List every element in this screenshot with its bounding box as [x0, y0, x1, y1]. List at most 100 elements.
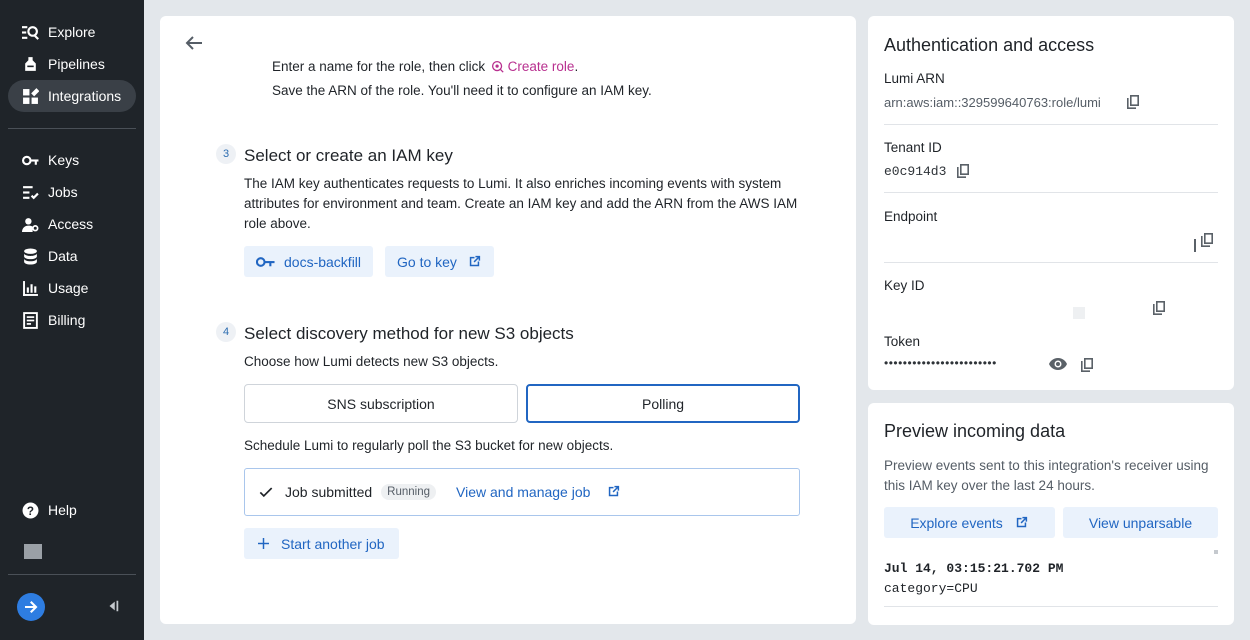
text-cursor	[1194, 239, 1196, 252]
show-token-button[interactable]	[1049, 357, 1067, 373]
view-unparsable-button[interactable]: View unparsable	[1063, 507, 1218, 538]
nav-keys[interactable]: Keys	[8, 144, 136, 176]
polling-option[interactable]: Polling	[526, 384, 800, 423]
step-3-description-3: role above.	[244, 216, 311, 231]
collapse-icon	[109, 600, 119, 612]
arrow-left-icon	[185, 36, 202, 50]
nav-integrations[interactable]: Integrations	[8, 80, 136, 112]
nav-usage[interactable]: Usage	[8, 272, 136, 304]
svg-text:?: ?	[26, 504, 33, 517]
start-another-job-label: Start another job	[281, 535, 385, 552]
preview-panel: Preview incoming data Preview events sen…	[868, 403, 1234, 625]
divider	[884, 262, 1218, 263]
external-link-icon	[469, 255, 481, 267]
create-role-label: Create role	[507, 59, 575, 74]
nav-access-label: Access	[48, 216, 94, 232]
event-timestamp: Jul 14, 03:15:21.702 PM	[884, 561, 1064, 576]
copy-icon	[1081, 358, 1093, 372]
nav-data[interactable]: Data	[8, 240, 136, 272]
nav-billing[interactable]: Billing	[8, 304, 136, 336]
create-role-link[interactable]: Create role	[489, 59, 575, 74]
preview-description-2: this IAM key over the last 24 hours.	[884, 478, 1095, 493]
view-manage-job-label: View and manage job	[456, 484, 591, 500]
divider	[884, 606, 1218, 607]
eye-icon	[1049, 358, 1067, 370]
copy-endpoint-button[interactable]	[1199, 232, 1215, 248]
step-3-number: 3	[216, 144, 236, 164]
job-status-box: Job submitted Running View and manage jo…	[244, 468, 800, 516]
preview-title: Preview incoming data	[884, 421, 1066, 441]
nav-explore[interactable]: Explore	[8, 16, 136, 48]
scrollbar-thumb[interactable]	[1214, 550, 1218, 554]
external-link-icon	[1016, 516, 1027, 528]
iam-key-label: docs-backfill	[284, 253, 362, 270]
auth-title: Authentication and access	[884, 35, 1095, 55]
go-to-key-label: Go to key	[397, 253, 457, 270]
access-icon	[21, 215, 39, 233]
nav-help-label: Help	[48, 502, 77, 518]
sidebar: Explore Pipelines Integrations Keys Jobs…	[0, 0, 144, 640]
key-icon	[256, 256, 275, 267]
main-panel: Enter a name for the role, then click Cr…	[160, 16, 856, 624]
tenant-id-label: Tenant ID	[884, 140, 942, 155]
lumi-arn-label: Lumi ARN	[884, 71, 945, 86]
tenant-id-value: e0c914d3	[884, 164, 947, 179]
back-button[interactable]	[182, 32, 206, 54]
divider	[884, 124, 1218, 125]
step-4-number: 4	[216, 322, 236, 342]
nav-integrations-label: Integrations	[48, 88, 122, 104]
integrations-icon	[21, 87, 39, 105]
preview-description-1: Preview events sent to this integration'…	[884, 458, 1209, 473]
nav-explore-label: Explore	[48, 24, 96, 40]
bar-chart-icon	[21, 279, 39, 297]
copy-icon	[1201, 233, 1213, 247]
plus-icon	[258, 538, 269, 549]
lumi-arn-value: arn:aws:iam::329599640763:role/lumi	[884, 95, 1101, 110]
create-role-instruction: Enter a name for the role, then click Cr…	[272, 59, 578, 74]
copy-icon	[957, 164, 969, 178]
copy-key-id-button[interactable]	[1151, 300, 1167, 316]
expand-button[interactable]	[17, 593, 45, 621]
start-another-job-button[interactable]: Start another job	[244, 528, 399, 559]
explore-events-button[interactable]: Explore events	[884, 507, 1055, 538]
nav-help[interactable]: ? Help	[8, 494, 136, 526]
nav-access[interactable]: Access	[8, 208, 136, 240]
key-id-placeholder	[1073, 307, 1085, 319]
nav-pipelines-label: Pipelines	[48, 56, 105, 72]
key-id-label: Key ID	[884, 278, 925, 293]
step-3-description-2: attributes for environment and team. Cre…	[244, 196, 798, 211]
go-to-key-button[interactable]: Go to key	[385, 246, 494, 277]
copy-icon	[1153, 301, 1165, 315]
explore-icon	[21, 23, 39, 41]
copy-token-button[interactable]	[1079, 357, 1095, 373]
copy-tenant-button[interactable]	[955, 163, 971, 179]
step-4-description: Choose how Lumi detects new S3 objects.	[244, 354, 499, 369]
status-badge: Running	[381, 484, 437, 500]
sns-subscription-option[interactable]: SNS subscription	[244, 384, 518, 423]
database-icon	[21, 247, 39, 265]
instruction-period: .	[574, 59, 579, 74]
divider	[884, 192, 1218, 193]
iam-key-button[interactable]: docs-backfill	[244, 246, 374, 277]
check-icon	[259, 487, 273, 498]
explore-events-label: Explore events	[910, 514, 1003, 531]
billing-icon	[21, 311, 39, 329]
external-link-icon	[609, 485, 620, 497]
authentication-panel: Authentication and access Lumi ARN arn:a…	[868, 16, 1234, 390]
sidebar-divider	[8, 128, 136, 129]
workspace-avatar[interactable]	[24, 544, 42, 559]
collapse-sidebar-button[interactable]	[105, 598, 121, 614]
copy-arn-button[interactable]	[1125, 94, 1141, 110]
nav-jobs-label: Jobs	[48, 184, 78, 200]
view-manage-job-link[interactable]: View and manage job	[456, 484, 621, 500]
nav-data-label: Data	[48, 248, 78, 264]
jobs-icon	[21, 183, 39, 201]
step-4-title: Select discovery method for new S3 objec…	[244, 324, 574, 343]
nav-pipelines[interactable]: Pipelines	[8, 48, 136, 80]
token-label: Token	[884, 334, 921, 349]
arrow-right-icon	[25, 601, 38, 613]
sidebar-divider-bottom	[8, 574, 136, 575]
nav-jobs[interactable]: Jobs	[8, 176, 136, 208]
role-icon	[491, 60, 504, 73]
nav-usage-label: Usage	[48, 280, 89, 296]
